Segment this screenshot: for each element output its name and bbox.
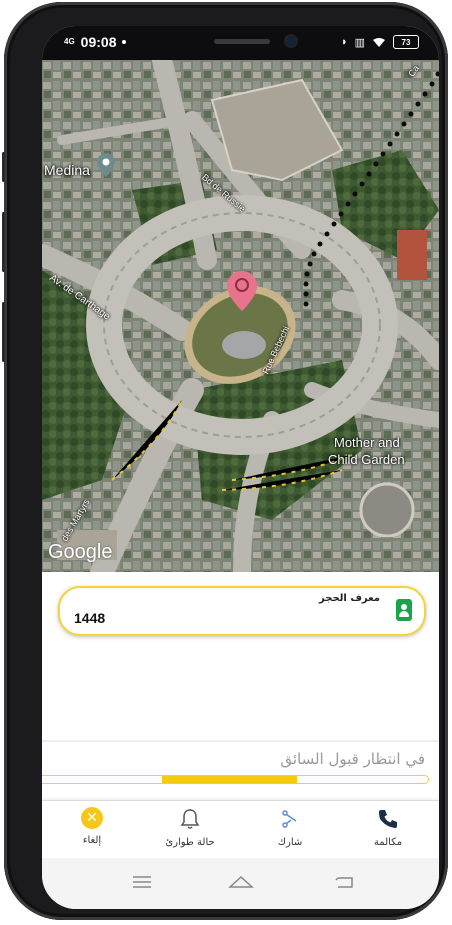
divider (42, 740, 439, 742)
emergency-button[interactable]: حالة طوارئ (150, 807, 230, 848)
alarm-icon: ◗ (340, 36, 348, 48)
back-icon[interactable] (330, 870, 360, 894)
booking-id-value: 1448 (74, 610, 106, 626)
poi-marker-icon[interactable] (96, 152, 116, 178)
side-button (2, 152, 5, 182)
action-bar: ✕ إلغاء حالة طوارئ شارك مكالمة (42, 800, 439, 859)
bell-icon (180, 809, 200, 829)
share-label: شارك (277, 837, 303, 848)
speaker (214, 39, 270, 44)
volume-button (2, 212, 5, 272)
call-button[interactable]: مكالمة (348, 807, 428, 848)
status-time: 09:08 (80, 34, 117, 50)
front-camera (286, 36, 296, 46)
waiting-progress-bar (42, 775, 429, 784)
map-label-medina: Medina (44, 162, 90, 178)
booking-id-card: معرف الحجز 1448 (58, 586, 426, 636)
map-label-mother-line1: Mother and (334, 435, 400, 450)
network-indicator: 4G (64, 37, 75, 46)
map-view[interactable]: Medina Bd de Russie Av. de Carthage Rue … (42, 60, 439, 572)
status-bar: 4G 09:08 ◗ ▥ 73 (42, 26, 439, 60)
google-attribution: Google (48, 541, 113, 563)
close-icon: ✕ (81, 807, 103, 829)
emergency-label: حالة طوارئ (165, 837, 215, 848)
waiting-driver-text: في انتظار قبول السائق (280, 750, 425, 768)
cancel-label: إلغاء (82, 835, 102, 846)
home-icon[interactable] (226, 870, 256, 894)
battery-indicator: 73 (393, 35, 419, 49)
volume-button (2, 302, 5, 362)
cancel-button[interactable]: ✕ إلغاء (52, 807, 132, 846)
location-pin-icon[interactable] (225, 269, 259, 313)
menu-icon[interactable] (127, 870, 157, 894)
system-nav-bar (42, 858, 439, 909)
phone-icon (379, 810, 397, 828)
share-icon (282, 810, 297, 828)
id-badge-icon (396, 599, 412, 621)
phone-frame: 4G 09:08 ◗ ▥ 73 Medina Bd de Russie Av. … (2, 2, 448, 920)
share-button[interactable]: شارك (250, 807, 330, 848)
mute-icon: ▥ (354, 36, 365, 49)
progress-fill (162, 776, 297, 783)
booking-id-label: معرف الحجز (319, 593, 380, 604)
wifi-icon (373, 37, 385, 47)
call-label: مكالمة (373, 837, 403, 848)
app-screen: 4G 09:08 ◗ ▥ 73 Medina Bd de Russie Av. … (42, 26, 439, 909)
notification-dot (122, 40, 127, 44)
map-label-mother-line2: Child Garden (328, 452, 405, 467)
